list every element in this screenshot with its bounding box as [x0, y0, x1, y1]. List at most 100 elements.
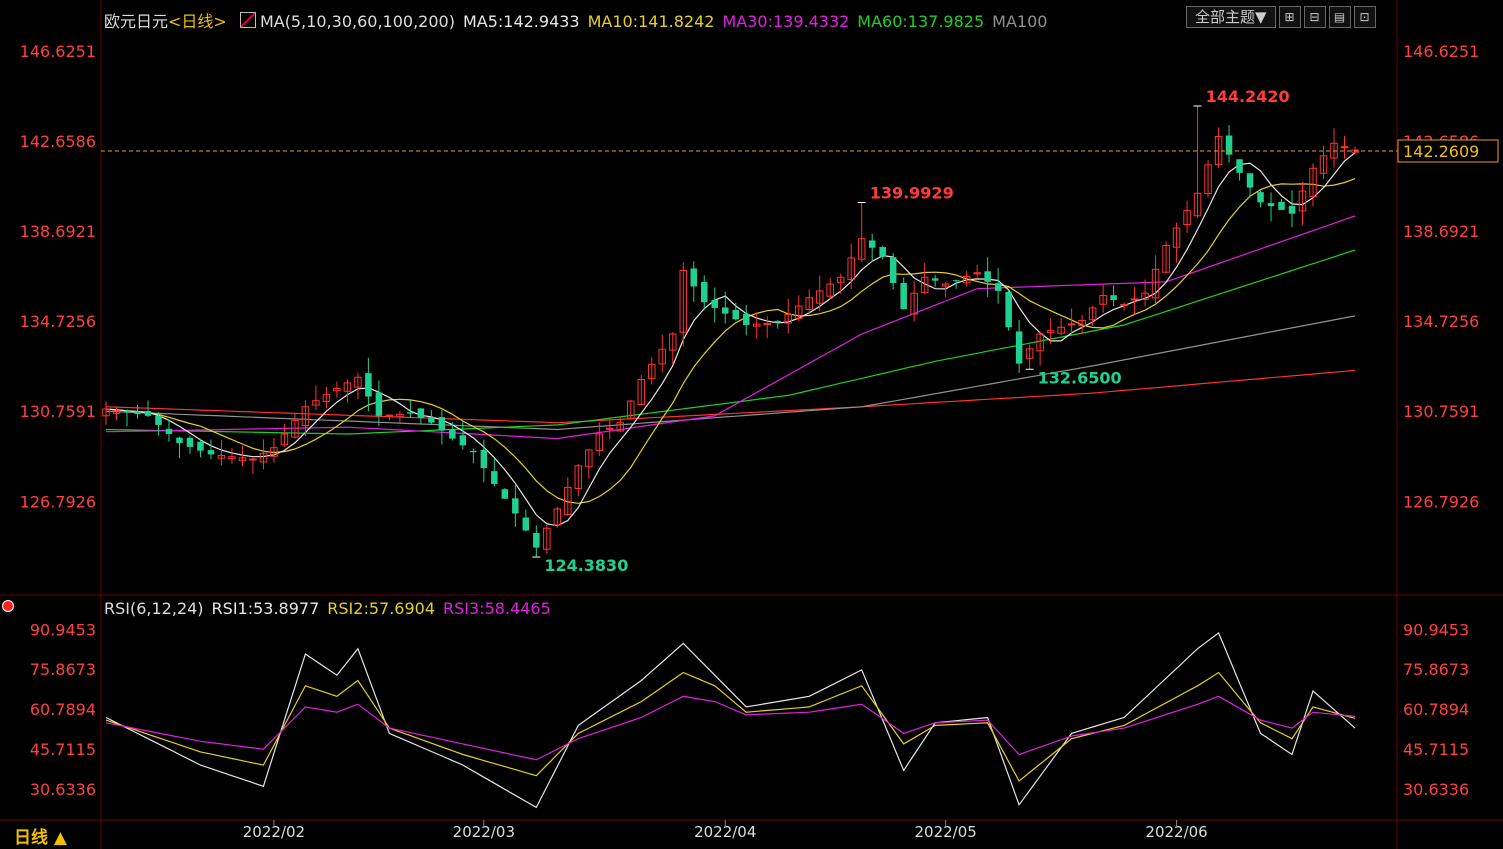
kline-header: 欧元日元<日线> MA(5,10,30,60,100,200) MA5:142.9…	[104, 8, 1063, 32]
rsi-tick-left: 45.7115	[30, 740, 96, 759]
rsi-indicator-icon[interactable]	[2, 600, 14, 612]
extreme-label: 132.6500	[1038, 368, 1122, 387]
ma-value-3: MA60:137.9825	[857, 12, 985, 31]
toolbar: 全部主题▼ ⊞ ⊟ ▤ ⊡	[1186, 6, 1376, 28]
price-tick-left: 146.6251	[20, 42, 96, 61]
ma-value-4: MA100	[992, 12, 1048, 31]
price-tick-left: 130.7591	[20, 402, 96, 421]
period-tab[interactable]: 日线 ▲	[14, 823, 67, 848]
candle-body	[407, 412, 414, 414]
candle-body	[721, 307, 729, 314]
rsi1-line	[105, 631, 1356, 809]
candle-body	[197, 441, 204, 451]
candle-body	[417, 408, 425, 419]
candle-body	[868, 240, 876, 248]
ma60-line	[105, 249, 1356, 435]
ma-indicator-icon[interactable]	[239, 12, 256, 28]
candle-body	[1225, 135, 1233, 155]
price-tick-left: 126.7926	[20, 492, 96, 511]
ma-value-2: MA30:139.4332	[722, 12, 850, 31]
month-label: 2022/03	[453, 823, 515, 841]
rsi-value-1: RSI2:57.6904	[327, 599, 436, 618]
candle-body	[186, 437, 194, 447]
candle-body	[470, 450, 477, 453]
chart-canvas[interactable]: 146.6251146.6251142.6586142.6586138.6921…	[0, 0, 1503, 849]
rsi3-line	[105, 695, 1356, 761]
candle-body	[711, 299, 719, 308]
extreme-label: 139.9929	[870, 184, 954, 203]
candle-body	[732, 309, 740, 320]
rsi-tick-right: 60.7894	[1403, 700, 1469, 719]
candle-body	[1340, 146, 1349, 149]
expand-icon[interactable]: ⊡	[1353, 6, 1376, 28]
ma10-line	[105, 178, 1356, 504]
extreme-label: 144.2420	[1206, 87, 1290, 106]
current-price-label: 142.2609	[1403, 142, 1479, 161]
candle-body	[207, 450, 215, 455]
candle-body	[176, 437, 183, 444]
candle-body	[984, 271, 991, 282]
candle-body	[606, 427, 614, 430]
chart-icon[interactable]: ▤	[1328, 6, 1351, 28]
candle-body	[879, 246, 886, 257]
candle-body	[449, 429, 456, 439]
candle-body	[763, 322, 771, 325]
extreme-label: 124.3830	[544, 556, 628, 575]
month-label: 2022/04	[694, 823, 756, 841]
symbol-label: 欧元日元	[104, 12, 169, 31]
month-label: 2022/05	[914, 823, 976, 841]
candle-body	[501, 489, 509, 499]
price-tick-left: 134.7256	[20, 312, 96, 331]
ma-spec: MA(5,10,30,60,100,200)	[259, 12, 455, 31]
candle-body	[701, 281, 708, 303]
price-tick-right: 126.7926	[1403, 492, 1479, 511]
layout-icon[interactable]: ⊟	[1303, 6, 1326, 28]
rsi-tick-right: 30.6336	[1403, 780, 1469, 799]
rsi-spec: RSI(6,12,24)	[104, 599, 204, 618]
price-tick-right: 146.6251	[1403, 42, 1479, 61]
rsi-tick-right: 75.8673	[1403, 660, 1469, 679]
candle-body	[889, 257, 897, 283]
candle-body	[1246, 173, 1254, 188]
candle-body	[134, 411, 141, 415]
rsi-tick-right: 90.9453	[1403, 620, 1469, 639]
rsi-value-2: RSI3:58.4465	[443, 599, 551, 618]
candle-body	[1288, 206, 1296, 214]
rsi-tick-left: 90.9453	[30, 620, 96, 639]
ma-value-0: MA5:142.9433	[462, 12, 580, 31]
month-label: 2022/06	[1145, 823, 1207, 841]
candle-body	[994, 283, 1002, 291]
candle-body	[1130, 298, 1139, 301]
candle-body	[1257, 192, 1264, 203]
ma100-line	[105, 315, 1356, 431]
period-label[interactable]: <日线>	[168, 12, 227, 31]
rsi-header: RSI(6,12,24) RSI1:53.8977 RSI2:57.6904 RSI3…	[104, 599, 567, 618]
candle-body	[428, 417, 435, 423]
candle-body	[491, 471, 498, 484]
rsi-value-0: RSI1:53.8977	[211, 599, 320, 618]
rsi-tick-left: 30.6336	[30, 780, 96, 799]
candle-body	[1120, 304, 1128, 307]
price-tick-left: 138.6921	[20, 222, 96, 241]
ma5-line	[105, 152, 1356, 527]
candle-body	[690, 268, 698, 287]
candle-body	[1236, 159, 1243, 173]
candle-body	[459, 435, 467, 446]
candle-body	[1267, 203, 1275, 207]
ma-values: MA5:142.9433 MA10:141.8242 MA30:139.4332 MA…	[463, 12, 1056, 31]
candle-body	[165, 428, 173, 435]
candle-body	[155, 415, 162, 425]
candle-body	[900, 282, 907, 310]
candle-body	[249, 458, 257, 461]
rsi2-line	[105, 671, 1356, 782]
theme-selector-button[interactable]: 全部主题▼	[1186, 6, 1276, 28]
ma-value-1: MA10:141.8242	[587, 12, 715, 31]
candle-body	[931, 278, 939, 281]
candle-body	[533, 533, 540, 548]
candle-body	[123, 410, 131, 413]
candle-body	[742, 313, 750, 325]
month-label: 2022/02	[243, 823, 305, 841]
candle-body	[385, 414, 394, 417]
grid-icon[interactable]: ⊞	[1278, 6, 1301, 28]
price-tick-left: 142.6586	[20, 132, 96, 151]
